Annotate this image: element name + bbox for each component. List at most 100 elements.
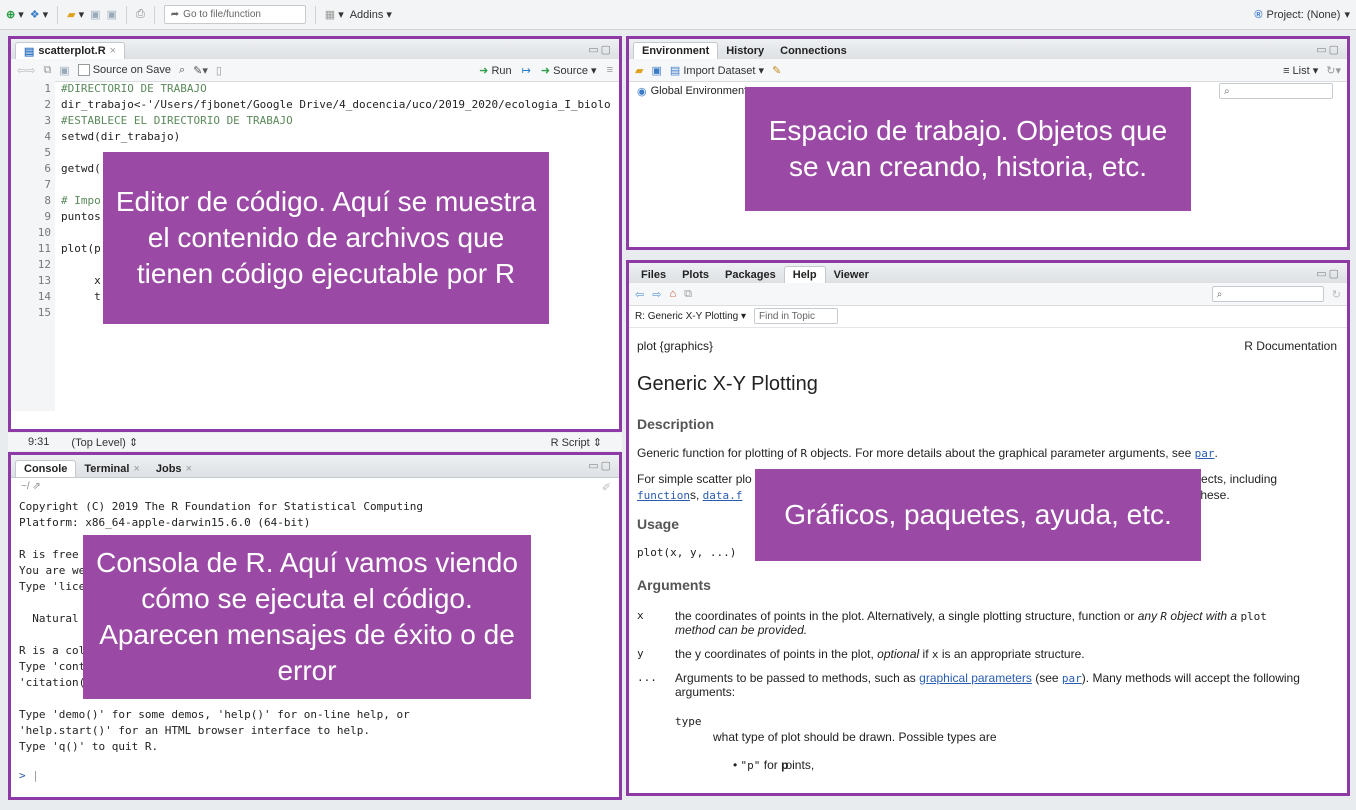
tab-label: Terminal xyxy=(84,462,130,475)
tab-connections[interactable]: Connections xyxy=(772,42,855,59)
tab-packages[interactable]: Packages xyxy=(717,266,784,283)
clear-console-icon[interactable]: ✐ xyxy=(602,481,611,494)
function-link[interactable]: function xyxy=(637,489,690,502)
addins-menu[interactable]: Addins ▾ xyxy=(350,8,392,22)
arg-text: object with a xyxy=(1170,609,1238,623)
save-workspace-icon[interactable]: ▣ xyxy=(651,64,661,77)
rerun-button[interactable]: ↦ xyxy=(522,64,531,77)
new-project-button[interactable]: ❖ ▾ xyxy=(30,8,48,21)
editor-tabstrip: ▤ scatterplot.R × ▭▢ xyxy=(11,39,619,60)
window-controls[interactable]: ▭▢ xyxy=(588,43,613,56)
description-text: Generic function for plotting of R objec… xyxy=(637,446,1337,460)
close-icon[interactable]: × xyxy=(186,463,192,475)
par-link[interactable]: par xyxy=(1062,672,1082,685)
source-on-save-checkbox[interactable]: Source on Save xyxy=(77,64,171,76)
help-topic-selector[interactable]: R: Generic X-Y Plotting ▾ xyxy=(635,311,746,322)
wand-icon[interactable]: ✎▾ xyxy=(193,64,208,77)
tab-jobs[interactable]: Jobs × xyxy=(148,460,200,477)
forward-icon[interactable]: ⇨ xyxy=(652,288,661,301)
save-button[interactable]: ▣ xyxy=(90,8,100,21)
tab-environment[interactable]: Environment xyxy=(633,42,719,59)
tab-console[interactable]: Console xyxy=(15,460,77,477)
environment-search-input[interactable]: ⌕ xyxy=(1219,83,1333,99)
notebook-icon[interactable]: ▯ xyxy=(216,64,222,77)
run-button[interactable]: ➜ Run xyxy=(479,64,511,77)
close-icon[interactable]: × xyxy=(110,45,116,57)
refresh-icon[interactable]: ↻▾ xyxy=(1326,64,1341,77)
window-controls[interactable]: ▭▢ xyxy=(1316,267,1341,280)
import-dataset-button[interactable]: ▤ Import Dataset ▾ xyxy=(670,64,764,77)
search-icon: ⌕ xyxy=(1216,288,1223,300)
source-arrow-icon: ➜ xyxy=(540,64,551,77)
go-to-dir-icon[interactable]: ⇗ xyxy=(32,481,40,492)
environment-pane: Environment History Connections ▭▢ ▰ ▣ ▤… xyxy=(626,36,1350,250)
line-number: 15 xyxy=(37,306,51,319)
print-button[interactable]: ⎙ xyxy=(136,8,145,21)
save-icon: ▣ xyxy=(90,9,101,21)
bullet-text: oints, xyxy=(785,758,815,772)
scope-selector[interactable]: (Top Level) ⇕ xyxy=(71,436,138,449)
show-in-window-icon[interactable]: ⧉ xyxy=(684,288,692,301)
console-line: Type 'q()' to quit R. xyxy=(19,740,159,753)
line-number: 2 xyxy=(44,98,51,111)
outline-icon[interactable]: ≡ xyxy=(607,64,613,76)
save-icon[interactable]: ▣ xyxy=(59,64,69,77)
line-number: 9 xyxy=(44,210,51,223)
help-toolbar: ⇦ ⇨ ⌂ ⧉ ⌕ ↻ xyxy=(629,283,1347,306)
file-type-label: R Script xyxy=(550,436,590,449)
arg-y-row: y the y coordinates of points in the plo… xyxy=(637,647,1337,661)
tab-files[interactable]: Files xyxy=(633,266,674,283)
arg-x-row: x the coordinates of points in the plot.… xyxy=(637,609,1337,637)
console-line: Copyright (C) 2019 The R Foundation for … xyxy=(19,500,423,513)
editor-actions: ➜ Run ↦ ➜ Source ▾ ≡ xyxy=(479,64,613,77)
files-pane: Files Plots Packages Help Viewer ▭▢ ⇦ ⇨ … xyxy=(626,260,1350,796)
help-search-input[interactable]: ⌕ xyxy=(1211,286,1324,302)
back-icon[interactable]: ⇦ xyxy=(635,288,644,301)
line-number: 3 xyxy=(44,114,51,127)
project-menu[interactable]: ® Project: (None) ▾ xyxy=(1254,8,1350,22)
data-frame-link[interactable]: data.f xyxy=(703,489,743,502)
arg-desc: the y coordinates of points in the plot,… xyxy=(675,647,1085,661)
open-folder-icon[interactable]: ▰ xyxy=(635,64,643,77)
file-type-selector[interactable]: R Script ⇕ xyxy=(551,436,602,449)
tab-terminal[interactable]: Terminal × xyxy=(76,460,147,477)
plus-icon: ⊕ xyxy=(6,9,16,21)
list-view-button[interactable]: ≡ List ▾ xyxy=(1283,64,1318,77)
tab-viewer[interactable]: Viewer xyxy=(826,266,877,283)
goto-file-input[interactable]: ➦ Go to file/function xyxy=(163,5,306,24)
tab-plots[interactable]: Plots xyxy=(674,266,717,283)
prompt-symbol: > xyxy=(19,769,26,782)
arg-text: any xyxy=(1137,609,1158,623)
open-file-button[interactable]: ▰ ▾ xyxy=(67,8,84,21)
close-icon[interactable]: × xyxy=(133,463,139,475)
save-all-button[interactable]: ▣ xyxy=(107,8,117,21)
cursor-position: 9:31 xyxy=(28,436,50,448)
overlay-editor: Editor de código. Aquí se muestra el con… xyxy=(103,152,549,324)
tab-help[interactable]: Help xyxy=(783,266,826,283)
back-forward-icon[interactable]: ⇦⇨ xyxy=(17,64,35,77)
simple-links: functions, data.f xyxy=(637,488,742,502)
editor-status: 9:31 (Top Level) ⇕ R Script ⇕ xyxy=(8,433,622,451)
home-icon[interactable]: ⌂ xyxy=(669,288,676,300)
graphical-parameters-link[interactable]: graphical parameters xyxy=(919,671,1032,685)
new-file-button[interactable]: ⊕ ▾ xyxy=(6,8,24,21)
window-controls[interactable]: ▭▢ xyxy=(588,459,613,472)
broom-icon[interactable]: ✎ xyxy=(772,64,781,77)
divider xyxy=(153,5,155,24)
par-link[interactable]: par xyxy=(1195,447,1215,460)
refresh-icon[interactable]: ↻ xyxy=(1332,288,1341,301)
source-button[interactable]: ➜ Source ▾ xyxy=(541,64,597,77)
layout-button[interactable]: ▦ ▾ xyxy=(325,8,344,21)
show-in-window-icon[interactable]: ⧉ xyxy=(43,64,51,77)
r-file-icon: ▤ xyxy=(24,45,35,58)
text-cursor: | xyxy=(32,769,39,782)
tab-scatterplot[interactable]: ▤ scatterplot.R × xyxy=(15,42,126,59)
search-icon[interactable]: ⌕ xyxy=(179,64,185,77)
tab-history[interactable]: History xyxy=(718,42,772,59)
find-in-topic-input[interactable]: Find in Topic xyxy=(754,308,839,324)
console-prompt[interactable]: > | xyxy=(19,769,39,782)
arg-dots-row: ... Arguments to be passed to methods, s… xyxy=(637,671,1337,699)
window-controls[interactable]: ▭▢ xyxy=(1316,43,1341,56)
global-env-selector[interactable]: ◉ Global Environment xyxy=(637,85,747,98)
